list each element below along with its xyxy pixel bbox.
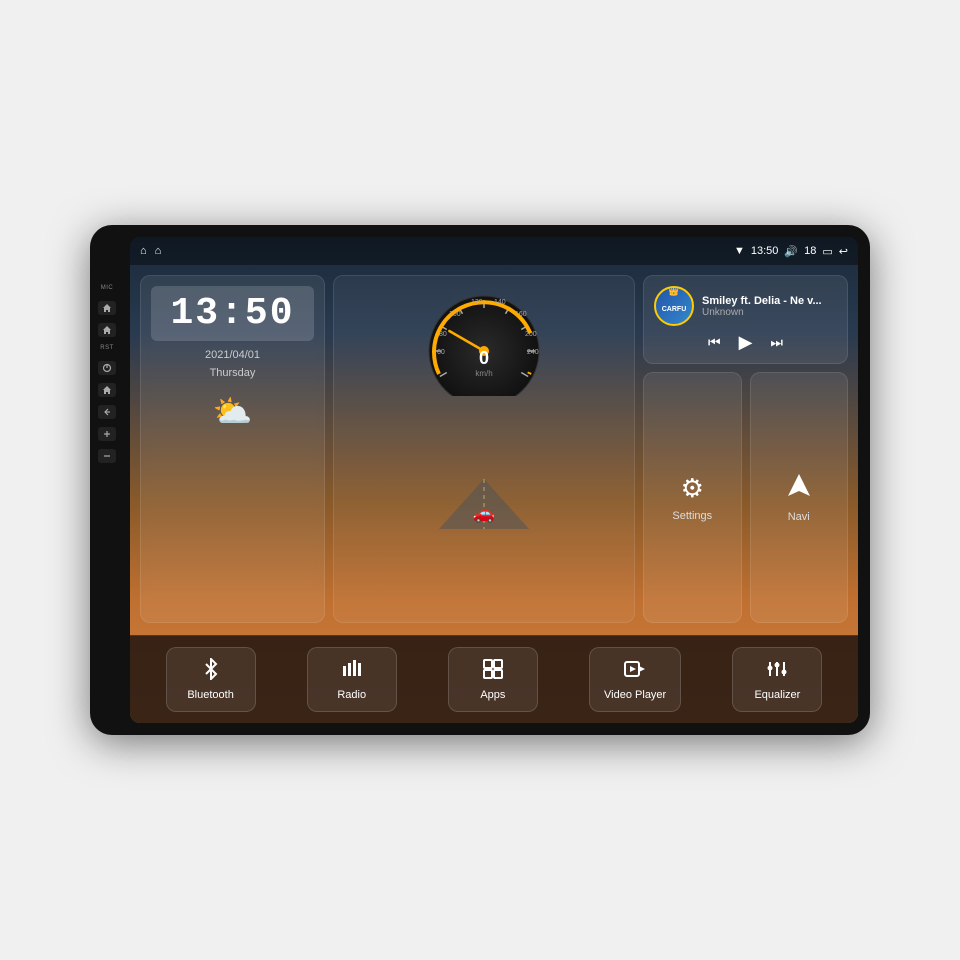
svg-text:100: 100 [449, 311, 461, 318]
equalizer-label: Equalizer [754, 689, 800, 701]
svg-text:80: 80 [439, 331, 447, 338]
svg-text:km/h: km/h [475, 369, 492, 378]
status-time: 13:50 [751, 245, 779, 257]
clock-date: 2021/04/01 Thursday [151, 347, 314, 382]
settings-navi: ⚙ Settings Navi [643, 372, 848, 623]
main-screen: ⌂ ⌂ ▼ 13:50 🔊 18 ▭ ↩ 13:50 2021/04/01 Th… [130, 237, 858, 723]
music-info: 👑 CARFU Smiley ft. Delia - Ne v... Unkno… [654, 286, 837, 326]
equalizer-icon [766, 658, 788, 684]
music-title: Smiley ft. Delia - Ne v... [702, 295, 822, 307]
volume-icon: 🔊 [784, 245, 798, 258]
battery-icon: ▭ [822, 245, 832, 258]
next-button[interactable]: ⏭ [770, 334, 783, 351]
apps-button[interactable]: Apps [448, 647, 538, 712]
apps-icon [482, 658, 504, 684]
radio-button[interactable]: Radio [307, 647, 397, 712]
speedometer-widget: 0 km/h 60 80 100 120 140 160 200 240 [333, 275, 635, 623]
home-button[interactable] [98, 301, 116, 315]
equalizer-button[interactable]: Equalizer [732, 647, 822, 712]
clock-display: 13:50 [151, 286, 314, 341]
status-left: ⌂ ⌂ [140, 245, 161, 257]
home2-button[interactable] [98, 323, 116, 337]
back-button[interactable] [98, 405, 116, 419]
back-status-icon[interactable]: ↩ [839, 245, 848, 258]
carfu-text: CARFU [662, 306, 687, 313]
bluetooth-button[interactable]: Bluetooth [166, 647, 256, 712]
video-button[interactable]: Video Player [589, 647, 681, 712]
main-content: 13:50 2021/04/01 Thursday ⛅ [130, 265, 858, 633]
power-button[interactable] [98, 361, 116, 375]
navi-icon [786, 472, 812, 505]
car-icon: 🚗 [473, 503, 495, 524]
side-buttons: MIC RST [98, 285, 116, 463]
svg-text:200: 200 [525, 331, 537, 338]
mic-label: MIC [101, 285, 114, 291]
volume-level: 18 [804, 245, 816, 257]
status-right: ▼ 13:50 🔊 18 ▭ ↩ [734, 245, 848, 258]
prev-button[interactable]: ⏮ [708, 334, 721, 351]
navi-button[interactable]: Navi [750, 372, 849, 623]
svg-text:160: 160 [515, 311, 527, 318]
vol-up-button[interactable] [98, 427, 116, 441]
carfu-logo: 👑 CARFU [654, 286, 694, 326]
car-head-unit: MIC RST ⌂ ⌂ ▼ [90, 225, 870, 735]
video-label: Video Player [604, 689, 666, 701]
navi-label: Navi [788, 511, 810, 523]
settings-button[interactable]: ⚙ Settings [643, 372, 742, 623]
home2-status-icon[interactable]: ⌂ [155, 245, 162, 257]
clock-widget: 13:50 2021/04/01 Thursday ⛅ [140, 275, 325, 623]
svg-text:0: 0 [479, 348, 489, 368]
home-status-icon[interactable]: ⌂ [140, 245, 147, 257]
settings-label: Settings [672, 510, 712, 522]
music-controls: ⏮ ▶ ⏭ [654, 332, 837, 353]
bluetooth-label: Bluetooth [187, 689, 233, 701]
apps-label: Apps [480, 689, 505, 701]
music-artist: Unknown [702, 307, 822, 318]
home3-button[interactable] [98, 383, 116, 397]
wifi-icon: ▼ [734, 245, 745, 257]
weather-icon: ⛅ [151, 392, 314, 430]
svg-text:60: 60 [437, 349, 445, 356]
bluetooth-icon [200, 658, 222, 684]
play-button[interactable]: ▶ [739, 332, 753, 353]
music-text: Smiley ft. Delia - Ne v... Unknown [702, 295, 822, 318]
radio-label: Radio [337, 689, 366, 701]
bottom-bar: Bluetooth Radio [130, 635, 858, 723]
settings-icon: ⚙ [681, 473, 704, 504]
status-bar: ⌂ ⌂ ▼ 13:50 🔊 18 ▭ ↩ [130, 237, 858, 265]
svg-text:240: 240 [527, 349, 539, 356]
rst-label: RST [100, 345, 114, 351]
svg-text:140: 140 [494, 299, 506, 306]
radio-icon [341, 658, 363, 684]
svg-text:120: 120 [471, 299, 483, 306]
right-panel: 👑 CARFU Smiley ft. Delia - Ne v... Unkno… [643, 275, 848, 623]
road-container: 🚗 [344, 396, 624, 612]
vol-down-button[interactable] [98, 449, 116, 463]
speedometer-svg: 0 km/h 60 80 100 120 140 160 200 240 [419, 286, 549, 396]
music-widget: 👑 CARFU Smiley ft. Delia - Ne v... Unkno… [643, 275, 848, 364]
video-icon [624, 658, 646, 684]
crown-icon: 👑 [668, 286, 679, 297]
